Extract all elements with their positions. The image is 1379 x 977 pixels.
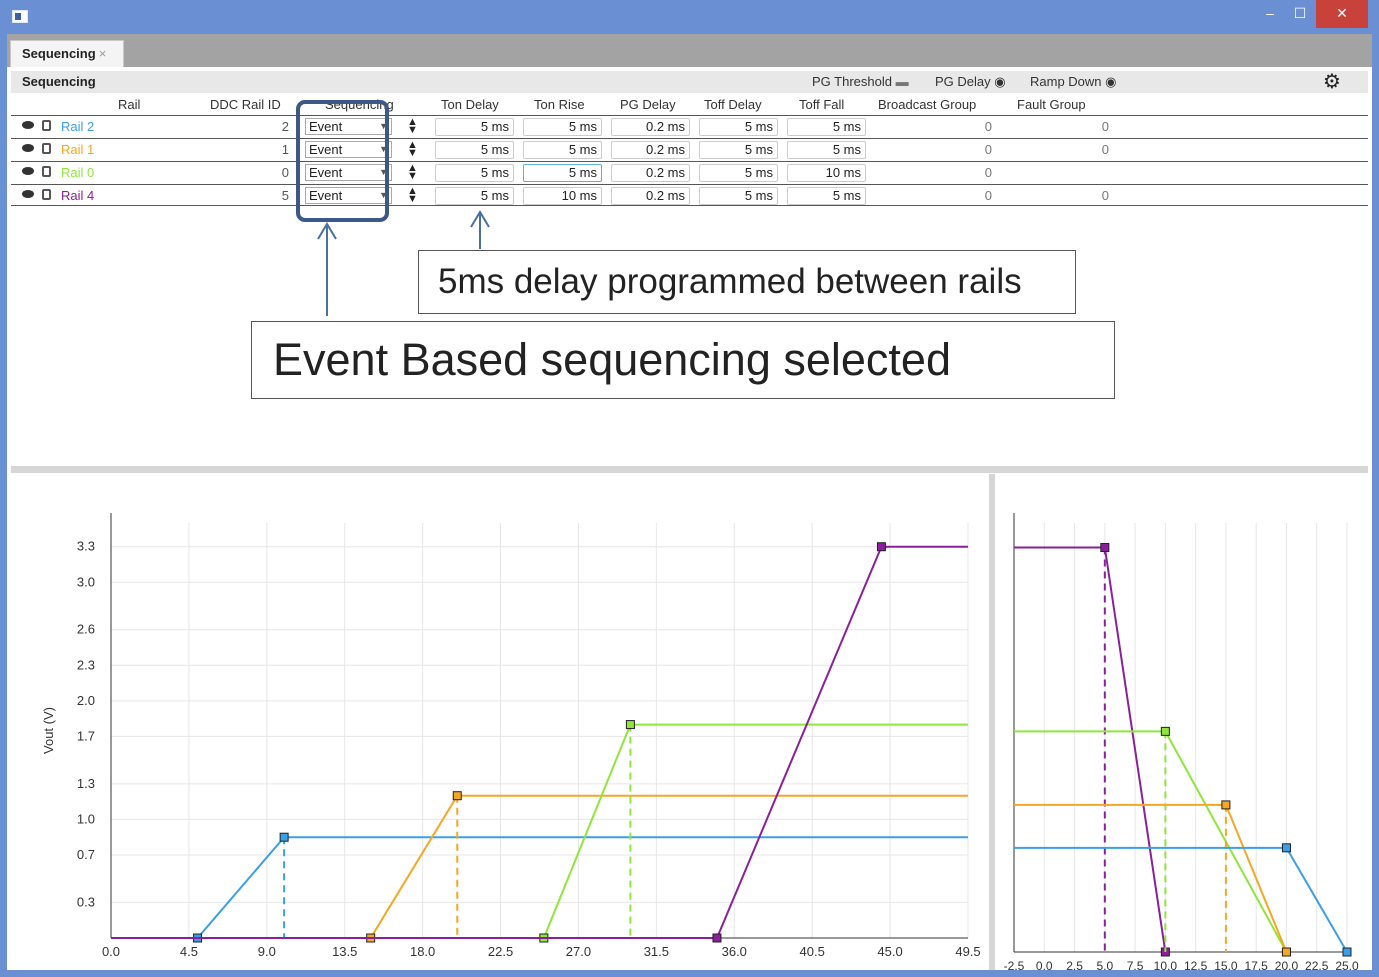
client-area: Sequencing × Sequencing PG Threshold ▬ PG… (7, 34, 1372, 970)
x-tick-label: 18.0 (410, 944, 435, 959)
series-line (111, 794, 968, 939)
x-tick-label: 5.0 (1096, 959, 1113, 970)
y-tick-label: 2.6 (77, 622, 95, 637)
y-tick-label: 0.3 (77, 894, 95, 909)
x-tick-label: 27.0 (566, 944, 591, 959)
x-tick-label: 0.0 (1036, 959, 1053, 970)
y-tick-label: 1.3 (77, 776, 95, 791)
x-tick-label: 22.5 (488, 944, 513, 959)
y-axis-label: Vout (V) (41, 707, 56, 754)
x-tick-label: 31.5 (644, 944, 669, 959)
data-point (625, 720, 635, 730)
y-tick-label: 2.3 (77, 657, 95, 672)
x-tick-label: 4.5 (180, 944, 198, 959)
app-window: – ☐ ✕ Sequencing × Sequencing PG Threshol… (0, 0, 1379, 977)
x-tick-label: 45.0 (877, 944, 902, 959)
app-icon (12, 10, 28, 23)
data-point (1281, 843, 1291, 853)
x-tick-label: 25.0 (1335, 959, 1359, 970)
x-tick-label: 9.0 (258, 944, 276, 959)
horizontal-splitter[interactable] (11, 466, 1368, 473)
data-point (1221, 800, 1231, 810)
y-tick-label: 3.0 (77, 574, 95, 589)
x-tick-label: 20.0 (1275, 959, 1299, 970)
x-tick-label: 12.5 (1184, 959, 1208, 970)
x-tick-label: 13.5 (332, 944, 357, 959)
x-axis-label: Soft Start Time (ms) (482, 968, 598, 970)
callout-event: Event Based sequencing selected (251, 321, 1115, 399)
series-line (1014, 730, 1288, 953)
y-tick-label: 2.0 (77, 693, 95, 708)
series-line (111, 836, 968, 939)
series-line (111, 545, 968, 939)
data-point (1160, 726, 1170, 736)
x-tick-label: 0.0 (102, 944, 120, 959)
x-tick-label: 36.0 (722, 944, 747, 959)
series-line (111, 723, 968, 939)
data-point (1281, 947, 1291, 957)
series-line (1014, 546, 1167, 953)
soft-stop-chart: -2.5 0.0 2.5 5.0 7.5 10.0 12.5 15.0 17.5 20.0 22.5… (1004, 513, 1359, 970)
data-point (876, 542, 886, 552)
vertical-splitter[interactable] (989, 474, 995, 970)
x-tick-label: 40.5 (800, 944, 825, 959)
y-tick-label: 3.3 (77, 539, 95, 554)
y-tick-label: 0.7 (77, 847, 95, 862)
soft-start-chart: 0.0 4.5 9.0 13.5 18.0 22.5 27.0 31.5 36.0 40.5 45.… (41, 513, 981, 970)
minimize-button[interactable]: – (1256, 0, 1284, 28)
x-tick-label: 22.5 (1305, 959, 1329, 970)
callout-delay: 5ms delay programmed between rails (418, 250, 1076, 314)
y-tick-label: 1.7 (77, 728, 95, 743)
close-button[interactable]: ✕ (1316, 0, 1368, 28)
y-tick-label: 1.0 (77, 811, 95, 826)
x-tick-label: 49.5 (955, 944, 980, 959)
data-point (279, 832, 289, 842)
maximize-button[interactable]: ☐ (1286, 0, 1314, 28)
series-line (1014, 846, 1348, 953)
x-tick-label: 15.0 (1214, 959, 1238, 970)
data-point (1100, 543, 1110, 553)
title-bar: – ☐ ✕ (0, 0, 1379, 34)
data-point (712, 933, 722, 943)
data-point (452, 791, 462, 801)
x-tick-label: 10.0 (1154, 959, 1178, 970)
x-tick-label: 7.5 (1127, 959, 1144, 970)
x-tick-label: 17.5 (1245, 959, 1269, 970)
x-tick-label: 2.5 (1066, 959, 1083, 970)
data-point (1342, 947, 1352, 957)
x-tick-label: -2.5 (1004, 959, 1025, 970)
